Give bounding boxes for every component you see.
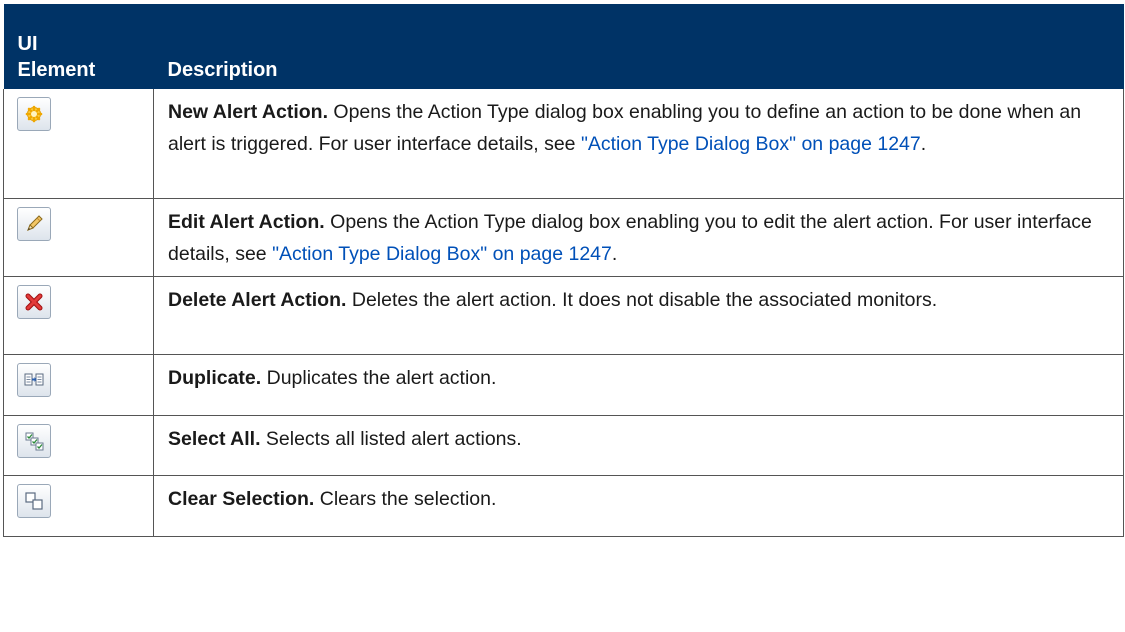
delete-alert-action-icon <box>23 291 45 313</box>
duplicate-button <box>17 362 51 397</box>
description-cell: Clear Selection. Clears the selection. <box>153 475 1124 537</box>
new-alert-action-icon <box>23 103 45 125</box>
table-row: Duplicate. Duplicates the alert action. <box>3 354 1124 416</box>
icon-cell <box>3 354 154 416</box>
cross-reference-link[interactable]: "Action Type Dialog Box" on page 1247 <box>581 133 921 155</box>
ui-elements-table: UI Element Description New Alert Action.… <box>3 4 1124 537</box>
description-text: Clears the selection. <box>314 487 497 510</box>
term: Duplicate. <box>168 366 262 389</box>
term: Select All. <box>168 427 261 450</box>
description-cell: Select All. Selects all listed alert act… <box>153 415 1124 476</box>
table-row: Clear Selection. Clears the selection. <box>3 475 1124 537</box>
description-cell: Delete Alert Action. Deletes the alert a… <box>153 276 1124 355</box>
description-tail: . <box>611 242 618 265</box>
table-row: Select All. Selects all listed alert act… <box>3 415 1124 476</box>
description-text: Deletes the alert action. It does not di… <box>346 288 938 311</box>
description-text: Duplicates the alert action. <box>261 366 497 389</box>
term: Delete Alert Action. <box>168 288 347 311</box>
icon-cell <box>3 475 154 537</box>
select-all-button <box>17 423 51 458</box>
icon-cell <box>3 276 154 355</box>
duplicate-icon <box>23 369 45 391</box>
header-ui-element-line1: UI <box>17 33 38 55</box>
table-row: Edit Alert Action. Opens the Action Type… <box>3 198 1124 277</box>
icon-cell <box>3 198 154 277</box>
table-row: New Alert Action. Opens the Action Type … <box>3 89 1124 199</box>
table-header-row: UI Element Description <box>3 4 1124 89</box>
term: Edit Alert Action. <box>168 210 325 233</box>
edit-alert-action-icon <box>23 213 45 235</box>
description-tail: . <box>920 133 927 155</box>
description-cell: Edit Alert Action. Opens the Action Type… <box>153 198 1124 277</box>
table-row: Delete Alert Action. Deletes the alert a… <box>3 276 1124 355</box>
edit-alert-action-button <box>17 206 51 241</box>
icon-cell <box>3 89 154 199</box>
clear-selection-button <box>17 483 51 518</box>
header-ui-element-line2: Element <box>17 59 96 81</box>
term: Clear Selection. <box>168 487 315 510</box>
term: New Alert Action. <box>168 101 328 123</box>
description-cell: New Alert Action. Opens the Action Type … <box>153 89 1124 199</box>
cross-reference-link[interactable]: "Action Type Dialog Box" on page 1247 <box>272 243 612 265</box>
clear-selection-icon <box>23 490 45 512</box>
description-cell: Duplicate. Duplicates the alert action. <box>153 354 1124 416</box>
header-description: Description <box>153 4 1124 89</box>
icon-cell <box>3 415 154 476</box>
delete-alert-action-button <box>17 284 51 319</box>
new-alert-action-button <box>17 97 51 131</box>
description-text: Selects all listed alert actions. <box>260 427 522 450</box>
header-ui-element: UI Element <box>3 4 154 89</box>
select-all-icon <box>23 430 45 452</box>
